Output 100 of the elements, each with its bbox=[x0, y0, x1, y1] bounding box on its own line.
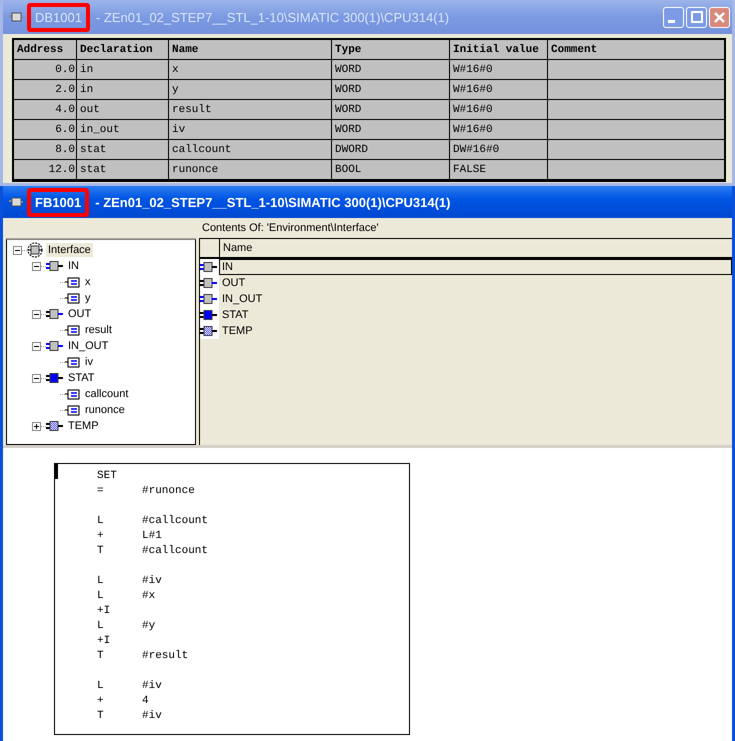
variable-icon bbox=[65, 356, 80, 368]
instruction: + bbox=[97, 529, 105, 544]
tree-item[interactable]: STAT bbox=[66, 371, 96, 385]
operand: 4 bbox=[142, 694, 149, 709]
window-icon bbox=[9, 12, 23, 22]
variable-icon bbox=[65, 276, 80, 288]
table-cell: runonce bbox=[169, 160, 332, 180]
column-header: Address bbox=[14, 40, 77, 60]
operand: #y bbox=[142, 619, 156, 634]
table-cell: out bbox=[77, 100, 169, 120]
port-icon bbox=[46, 372, 63, 384]
tree-item[interactable]: IN bbox=[66, 259, 81, 273]
column-header: Declaration bbox=[77, 40, 169, 60]
instruction: T bbox=[97, 544, 105, 559]
list-item[interactable]: IN bbox=[219, 259, 732, 275]
column-header: Initial value bbox=[450, 40, 548, 60]
table-cell: WORD bbox=[332, 100, 450, 120]
table-cell: 4.0 bbox=[14, 100, 77, 120]
operand: #iv bbox=[142, 709, 162, 724]
table-cell: iv bbox=[169, 120, 332, 140]
tree-item[interactable]: OUT bbox=[66, 307, 94, 321]
table-cell: stat bbox=[77, 140, 169, 160]
tree-item[interactable]: Interface bbox=[46, 243, 93, 257]
column-header: Comment bbox=[548, 40, 725, 60]
table-cell: 6.0 bbox=[14, 120, 77, 140]
table-cell: in_out bbox=[77, 120, 169, 140]
instruction: L bbox=[97, 514, 105, 529]
close-icon bbox=[714, 12, 725, 22]
list-item[interactable]: TEMP bbox=[219, 323, 732, 339]
expander-icon[interactable] bbox=[32, 374, 41, 382]
operand: #callcount bbox=[142, 514, 208, 529]
port-icon bbox=[46, 260, 63, 272]
port-icon bbox=[46, 420, 63, 432]
column-header: Type bbox=[332, 40, 450, 60]
instruction: +I bbox=[97, 634, 112, 649]
variable-icon bbox=[65, 324, 80, 336]
operand: #iv bbox=[142, 679, 162, 694]
tree-item[interactable]: IN_OUT bbox=[66, 339, 110, 353]
window-title: - ZEn01_02_STEP7__STL_1-10\SIMATIC 300(1)\CPU314(1) bbox=[95, 194, 450, 210]
list-item[interactable]: STAT bbox=[219, 307, 732, 323]
maximize-icon bbox=[690, 11, 702, 23]
tree-item[interactable]: x bbox=[83, 275, 92, 289]
operand: #callcount bbox=[142, 544, 208, 559]
table-cell: y bbox=[169, 80, 332, 100]
table-cell: DWORD bbox=[332, 140, 450, 160]
table-cell: 0.0 bbox=[14, 60, 77, 80]
table-cell: WORD bbox=[332, 80, 450, 100]
instruction: L bbox=[97, 589, 105, 604]
expander-icon[interactable] bbox=[32, 342, 41, 350]
window-title: - ZEn01_02_STEP7__STL_1-10\SIMATIC 300(1)\CPU314(1) bbox=[96, 10, 450, 24]
tree-item[interactable]: TEMP bbox=[66, 419, 101, 433]
text-cursor bbox=[55, 464, 58, 479]
expander-icon[interactable] bbox=[32, 310, 41, 318]
operand: L#1 bbox=[142, 529, 162, 544]
instruction: L bbox=[97, 619, 105, 634]
expander-icon[interactable] bbox=[13, 246, 22, 254]
instruction: L bbox=[97, 679, 105, 694]
table-cell: W#16#0 bbox=[450, 120, 548, 140]
instruction: = bbox=[97, 484, 105, 499]
tree-item[interactable]: runonce bbox=[83, 403, 127, 417]
table-cell: W#16#0 bbox=[450, 80, 548, 100]
expander-icon[interactable] bbox=[32, 422, 41, 430]
table-cell: WORD bbox=[332, 60, 450, 80]
port-icon bbox=[200, 293, 217, 305]
minimize-icon bbox=[668, 20, 675, 22]
interface-icon bbox=[27, 242, 43, 258]
variable-icon bbox=[65, 404, 80, 416]
table-cell: W#16#0 bbox=[450, 60, 548, 80]
table-cell: FALSE bbox=[450, 160, 548, 180]
expander-icon[interactable] bbox=[32, 262, 41, 270]
table-cell: x bbox=[169, 60, 332, 80]
list-item[interactable]: OUT bbox=[219, 275, 732, 291]
tree-item[interactable]: callcount bbox=[83, 387, 130, 401]
instruction: L bbox=[97, 574, 105, 589]
instruction: T bbox=[97, 709, 105, 724]
table-cell: 2.0 bbox=[14, 80, 77, 100]
instruction: + bbox=[97, 694, 105, 709]
table-cell: W#16#0 bbox=[450, 100, 548, 120]
operand: #runonce bbox=[142, 484, 195, 499]
list-item[interactable]: IN_OUT bbox=[219, 291, 732, 307]
table-cell: 8.0 bbox=[14, 140, 77, 160]
port-icon bbox=[46, 308, 63, 320]
variable-icon bbox=[65, 292, 80, 304]
code-editor[interactable]: SET = #runonce L #callcount + L#1 T #callcount L #iv L #x +I L #y +I T #result L #iv + 4 T #iv bbox=[54, 463, 410, 735]
table-cell: result bbox=[169, 100, 332, 120]
tree-item[interactable]: iv bbox=[83, 355, 95, 369]
column-header[interactable]: Name bbox=[220, 242, 252, 254]
contents-path: Contents Of: 'Environment\Interface' bbox=[202, 222, 379, 234]
tree-item[interactable]: y bbox=[83, 291, 92, 305]
window-icon bbox=[9, 197, 23, 207]
variable-icon bbox=[65, 388, 80, 400]
port-icon bbox=[46, 340, 63, 352]
table-cell: DW#16#0 bbox=[450, 140, 548, 160]
instruction: +I bbox=[97, 604, 112, 619]
table-cell: BOOL bbox=[332, 160, 450, 180]
instruction: SET bbox=[97, 469, 118, 484]
operand: #x bbox=[142, 589, 156, 604]
instruction: T bbox=[97, 649, 105, 664]
table-cell: stat bbox=[77, 160, 169, 180]
tree-item[interactable]: result bbox=[83, 323, 114, 337]
